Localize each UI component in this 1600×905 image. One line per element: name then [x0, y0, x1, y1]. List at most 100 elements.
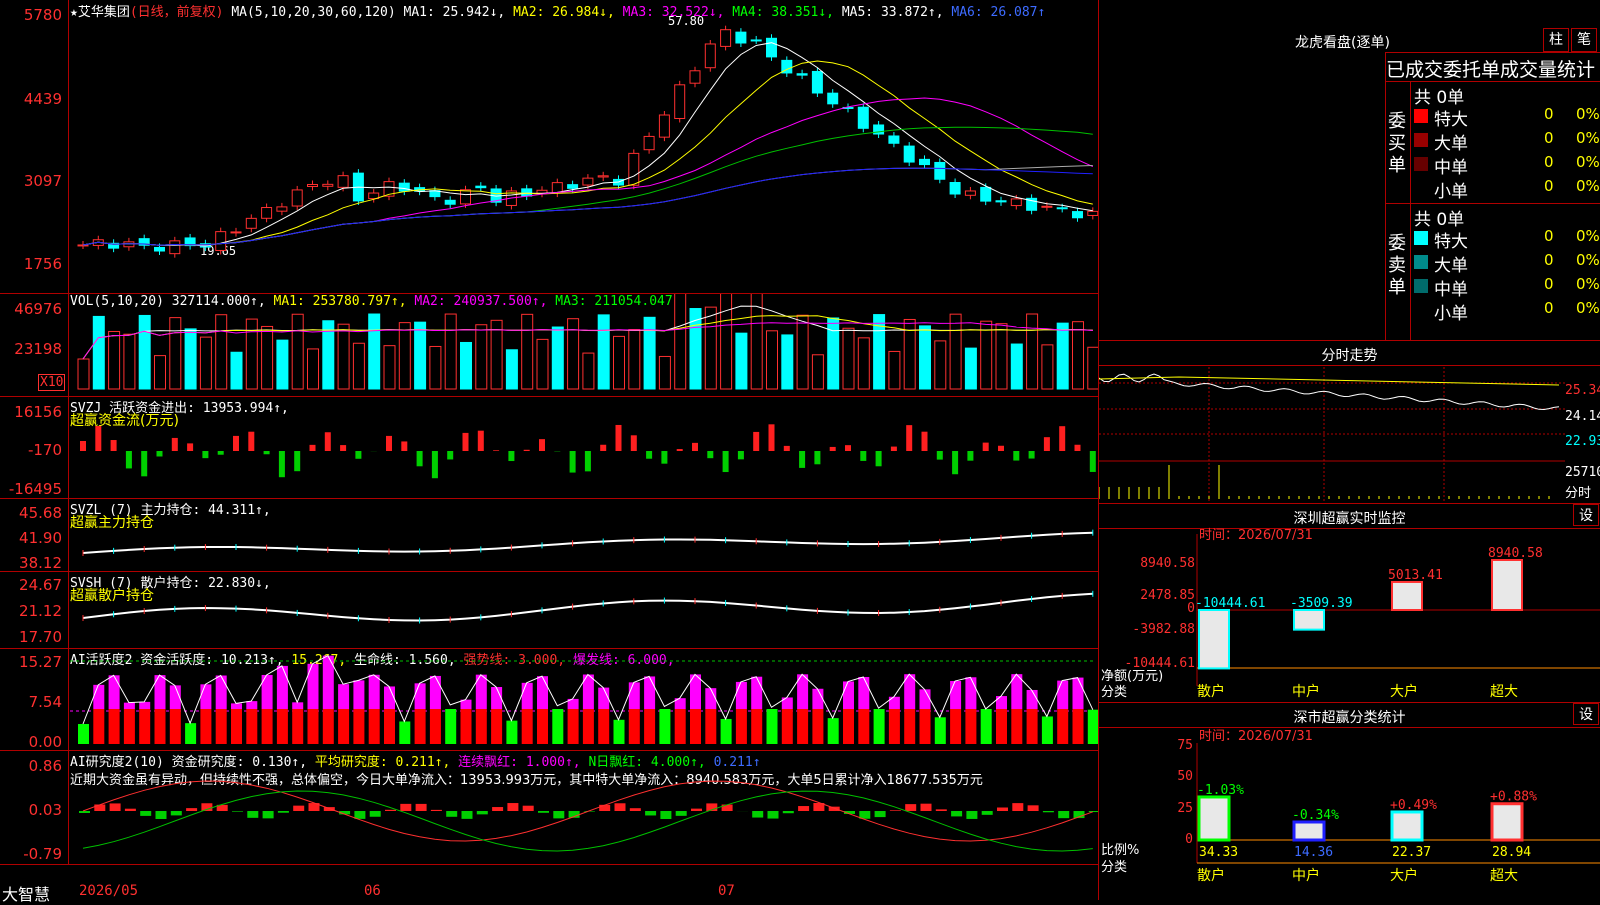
activity-bar	[1011, 709, 1022, 744]
volume-bar	[78, 359, 89, 389]
order-size-label: 特大	[1434, 105, 1468, 130]
volume-pane[interactable]: 46976 23198 X10 VOL(5,10,20) 327114.000↑…	[0, 294, 1098, 397]
candle-body	[904, 146, 914, 162]
classify-category: 大户	[1390, 867, 1418, 884]
research-bar	[400, 804, 411, 811]
activity-bar	[721, 719, 732, 744]
date-label: 2026/05	[79, 883, 138, 899]
volume-bar	[93, 316, 104, 389]
flow-bar	[233, 436, 239, 451]
activity-bar	[782, 709, 793, 744]
svzl-pane[interactable]: 45.68 41.90 38.12 SVZL (7) 主力持仓: 44.311↑…	[0, 499, 1098, 572]
monitor-bar	[1492, 560, 1522, 610]
candle-body	[812, 71, 822, 93]
order-percent: 0%	[1576, 153, 1600, 171]
candle-body	[292, 190, 302, 206]
candle-body	[1073, 212, 1083, 218]
candle-body	[1011, 199, 1021, 206]
flow-bar	[187, 443, 193, 451]
date-axis: 大智慧 2026/05 06 07	[0, 865, 1098, 900]
order-percent: 0%	[1576, 299, 1600, 317]
volume-bar	[598, 315, 609, 389]
research-bar	[354, 811, 365, 819]
intraday-panel[interactable]: 分时走势 25.34 24.14 22.93 25710 分时	[1099, 341, 1600, 504]
activity-bar-top	[430, 676, 441, 709]
flow-bar	[799, 451, 805, 468]
svsh-pane[interactable]: 24.67 21.12 17.70 SVSH (7) 散户持仓: 22.830↓…	[0, 572, 1098, 649]
activity-bar-top	[139, 702, 150, 709]
activity-bar	[384, 709, 395, 744]
monitor-category: 超大	[1490, 684, 1518, 700]
tick-mode-button[interactable]: 笔	[1571, 28, 1597, 52]
activity-bar-top	[950, 681, 961, 709]
candlestick-chart	[0, 0, 1098, 293]
activity-bar	[200, 709, 211, 744]
activity-bar	[690, 709, 701, 744]
candle-body	[721, 30, 731, 47]
candle-body	[950, 182, 960, 194]
activity-bar	[430, 709, 441, 744]
research-bar	[247, 811, 258, 818]
candle-body	[644, 136, 654, 149]
research-bar	[951, 811, 962, 816]
flow-bar	[264, 451, 270, 454]
order-count: 0	[1544, 177, 1554, 195]
volume-bar	[1042, 345, 1053, 389]
activity-bar-top	[522, 683, 533, 709]
flow-bar	[355, 451, 361, 459]
candle-body	[705, 44, 715, 68]
candle-body	[308, 185, 318, 187]
column-mode-button[interactable]: 柱	[1543, 28, 1569, 52]
price-pane[interactable]: 5780 4439 3097 1756 ★艾华集团(日线，前复权) MA(5,1…	[0, 0, 1098, 294]
flow-bar	[646, 451, 652, 459]
activity-bar	[904, 709, 915, 744]
flow-bar	[616, 425, 622, 451]
activity-bar	[415, 709, 426, 744]
volume-bar	[1027, 314, 1038, 389]
classify-bar	[1492, 804, 1522, 840]
ai-research-pane[interactable]: 0.86 0.03 -0.79 AI研究度2(10) 资金研究度: 0.130↑…	[0, 751, 1098, 865]
volume-bar	[996, 324, 1007, 389]
candle-body	[858, 107, 868, 128]
activity-bar	[583, 709, 594, 744]
ai-active-pane[interactable]: 15.27 7.54 0.00 AI活跃度2 资金活跃度: 10.213↑, 1…	[0, 649, 1098, 751]
flow-bar	[952, 451, 958, 474]
flow-bar	[126, 451, 132, 468]
activity-bar-top	[537, 676, 548, 709]
flow-bar	[493, 450, 499, 451]
brand-label[interactable]: 大智慧	[2, 881, 50, 905]
candle-body	[1057, 208, 1067, 209]
classify-category: 中户	[1292, 867, 1320, 884]
volume-bar	[751, 294, 762, 389]
date-label: 06	[364, 883, 381, 899]
flow-bar	[922, 432, 928, 451]
monitor-category: 中户	[1292, 683, 1320, 700]
volume-bar	[981, 321, 992, 389]
classify-value-label: 28.94	[1492, 845, 1531, 860]
volume-bar	[552, 327, 563, 389]
volume-bar	[797, 315, 808, 389]
activity-bar-top	[277, 666, 288, 709]
flow-bar	[401, 441, 407, 451]
volume-bar	[736, 333, 747, 389]
activity-bar	[843, 709, 854, 744]
dragon-title: 龙虎看盘(逐单)	[1295, 32, 1390, 52]
activity-bar	[476, 709, 487, 744]
flow-bar	[95, 426, 101, 451]
activity-bar-top	[751, 677, 762, 709]
flow-bar	[937, 451, 943, 460]
svzj-pane[interactable]: 16156 -170 -16495 SVZJ 活跃资金进出: 13953.994…	[0, 397, 1098, 499]
intraday-price-line	[1099, 374, 1559, 410]
classify-change-label: -1.03%	[1197, 783, 1244, 798]
flow-bar	[1075, 445, 1081, 451]
activity-bar	[812, 709, 823, 744]
order-color-swatch	[1414, 157, 1428, 171]
candle-body	[751, 40, 761, 41]
flow-bar	[1059, 426, 1065, 451]
activity-bar	[797, 709, 808, 744]
activity-bar	[246, 709, 257, 744]
activity-bar	[231, 709, 242, 744]
volume-bar	[155, 356, 166, 389]
monitor-category: 散户	[1197, 683, 1225, 700]
flow-bar	[585, 451, 591, 471]
